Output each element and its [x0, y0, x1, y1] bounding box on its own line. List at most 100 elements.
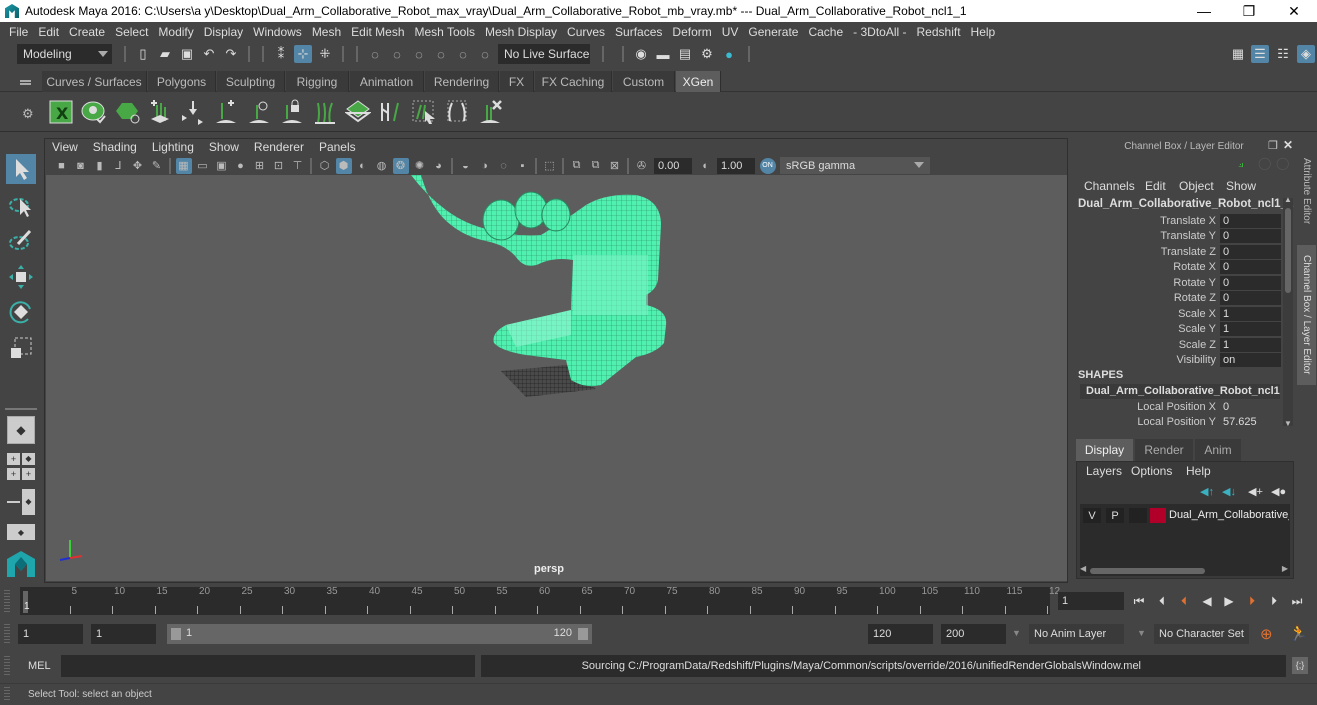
layer-tab-display[interactable]: Display	[1076, 439, 1133, 461]
select-tool[interactable]	[6, 154, 36, 184]
shelf-tab-polygons[interactable]: Polygons	[148, 71, 216, 92]
attr-rotate-z[interactable]: Rotate Z 0	[1076, 290, 1281, 305]
menu-file[interactable]: File	[9, 25, 28, 39]
snap-live-icon[interactable]: ◌	[454, 45, 472, 63]
isolate-select-icon[interactable]: ⬚	[542, 158, 558, 174]
generate-mesh-icon[interactable]	[345, 99, 371, 125]
scroll-up-icon[interactable]: ▲	[1284, 195, 1292, 204]
hide-primitives-icon[interactable]	[114, 99, 140, 125]
attr-scale-y[interactable]: Scale Y 1	[1076, 321, 1281, 336]
camera-attributes-icon[interactable]: ◙	[73, 158, 89, 174]
menu-select[interactable]: Select	[115, 25, 148, 39]
image-plane-icon[interactable]: ⅃	[111, 158, 127, 174]
color-management-toggle-icon[interactable]: ON	[759, 157, 776, 174]
range-start-handle[interactable]	[171, 628, 181, 640]
attr-value[interactable]: 57.625	[1220, 416, 1257, 428]
depth-of-field-icon[interactable]: ▪	[515, 158, 531, 174]
xray-joints-icon[interactable]: ⧉	[588, 158, 604, 174]
attr-rotate-x[interactable]: Rotate X 0	[1076, 259, 1281, 274]
move-layer-down-icon[interactable]: ◀↓	[1222, 485, 1236, 498]
channel-box-scrollbar[interactable]: ▲ ▼	[1283, 195, 1293, 428]
auto-keyframe-icon[interactable]: ⊕	[1260, 625, 1273, 643]
gamma-icon[interactable]: ◖	[697, 158, 713, 174]
paint-select-tool[interactable]	[6, 226, 36, 256]
attr-scale-z[interactable]: Scale Z 1	[1076, 337, 1281, 352]
range-end-handle[interactable]	[578, 628, 588, 640]
layer-playback-toggle[interactable]: P	[1106, 508, 1124, 523]
command-line-grip[interactable]	[4, 656, 10, 676]
menu-3dtoall[interactable]: - 3DtoAll -	[853, 25, 906, 39]
timeline-grip[interactable]	[4, 590, 10, 612]
go-to-end-button[interactable]: ⏭	[1289, 593, 1305, 609]
panel-menu-lighting[interactable]: Lighting	[152, 140, 194, 154]
select-hierarchy-icon[interactable]: ⁑	[272, 45, 290, 63]
step-back-key-button[interactable]: ⏴	[1176, 593, 1192, 609]
anim-layer-dropdown-arrow[interactable]: ▼	[1012, 628, 1021, 638]
menu-deform[interactable]: Deform	[672, 25, 711, 39]
selected-object-name[interactable]: Dual_Arm_Collaborative_Robot_ncl1_1	[1078, 198, 1293, 210]
layer-visibility-toggle[interactable]: V	[1083, 508, 1101, 523]
attr-value[interactable]: 0	[1220, 259, 1281, 274]
2d-pan-zoom-icon[interactable]: ✥	[130, 158, 146, 174]
3d-viewport[interactable]	[46, 175, 1067, 581]
script-editor-icon[interactable]: {;}	[1292, 657, 1308, 674]
new-scene-icon[interactable]: ▯	[134, 45, 152, 63]
script-language-label[interactable]: MEL	[28, 660, 51, 672]
shelf-tab-sculpting[interactable]: Sculpting	[217, 71, 285, 92]
panel-menu-panels[interactable]: Panels	[319, 140, 356, 154]
manipulator-axis-icon[interactable]: ⟓	[1238, 156, 1244, 171]
wireframe-icon[interactable]: ⬡	[317, 158, 333, 174]
multisample-aa-icon[interactable]: ◌	[496, 158, 512, 174]
layer-name[interactable]: Dual_Arm_Collaborative_	[1169, 509, 1289, 521]
attr-translate-z[interactable]: Translate Z 0	[1076, 244, 1281, 259]
scroll-down-icon[interactable]: ▼	[1284, 419, 1292, 428]
scroll-right-icon[interactable]: ▶	[1282, 564, 1288, 573]
live-surface-field[interactable]: No Live Surface	[498, 44, 590, 64]
character-set-dropdown[interactable]: No Character Set	[1154, 624, 1249, 644]
move-layer-up-icon[interactable]: ◀↑	[1200, 485, 1214, 498]
speed-icon[interactable]: ◯	[1258, 156, 1271, 170]
attr-value[interactable]: 1	[1220, 306, 1281, 321]
render-settings-icon[interactable]: ⚙	[698, 45, 716, 63]
tool-settings-toggle-icon[interactable]: ☷	[1274, 45, 1292, 63]
menu-mesh-tools[interactable]: Mesh Tools	[415, 25, 475, 39]
scroll-left-icon[interactable]: ◀	[1080, 564, 1086, 573]
attr-value[interactable]: 0	[1220, 244, 1281, 259]
panel-menu-show[interactable]: Show	[209, 140, 239, 154]
options-menu[interactable]: Options	[1131, 464, 1172, 478]
guide-length-icon[interactable]	[444, 99, 470, 125]
ipr-render-icon[interactable]: ▤	[676, 45, 694, 63]
snap-curve-icon[interactable]: ◌	[388, 45, 406, 63]
move-tool[interactable]	[6, 262, 36, 292]
help-menu[interactable]: Help	[1186, 464, 1211, 478]
close-panel-icon[interactable]: ✕	[1283, 138, 1293, 152]
bookmark-icon[interactable]: ▮	[92, 158, 108, 174]
layers-menu[interactable]: Layers	[1086, 464, 1122, 478]
menu-help[interactable]: Help	[971, 25, 996, 39]
attr-value[interactable]: 0	[1220, 213, 1281, 228]
hyperbolic-icon[interactable]: ◯	[1276, 156, 1289, 170]
menu-generate[interactable]: Generate	[748, 25, 798, 39]
attr-value[interactable]: 0	[1220, 401, 1229, 413]
grid-icon[interactable]: ▦	[175, 157, 192, 174]
render-frame-icon[interactable]: ▬	[654, 45, 672, 63]
attr-rotate-y[interactable]: Rotate Y 0	[1076, 275, 1281, 290]
layer-display-type-toggle[interactable]	[1129, 508, 1147, 523]
menu-mesh[interactable]: Mesh	[312, 25, 341, 39]
add-guide-icon[interactable]	[213, 99, 239, 125]
attr-value[interactable]: on	[1220, 352, 1281, 367]
layer-color-swatch[interactable]	[1150, 508, 1166, 523]
attr-local-position-y[interactable]: Local Position Y 57.625	[1076, 414, 1281, 429]
menu-edit-mesh[interactable]: Edit Mesh	[351, 25, 404, 39]
current-frame-field[interactable]: 1	[1058, 592, 1124, 610]
use-all-lights-icon[interactable]: ✺	[412, 158, 428, 174]
character-set-dropdown-arrow[interactable]: ▼	[1137, 628, 1146, 638]
lasso-tool[interactable]	[6, 191, 36, 221]
range-slider[interactable]: 1 120	[167, 624, 592, 644]
field-chart-icon[interactable]: ⊞	[252, 158, 268, 174]
layer-horizontal-scrollbar[interactable]: ◀ ▶	[1080, 564, 1290, 576]
shadows-icon[interactable]: ◕	[431, 158, 447, 174]
attr-value[interactable]: 1	[1220, 337, 1281, 352]
menu-edit[interactable]: Edit	[38, 25, 59, 39]
attr-value[interactable]: 1	[1220, 321, 1281, 336]
